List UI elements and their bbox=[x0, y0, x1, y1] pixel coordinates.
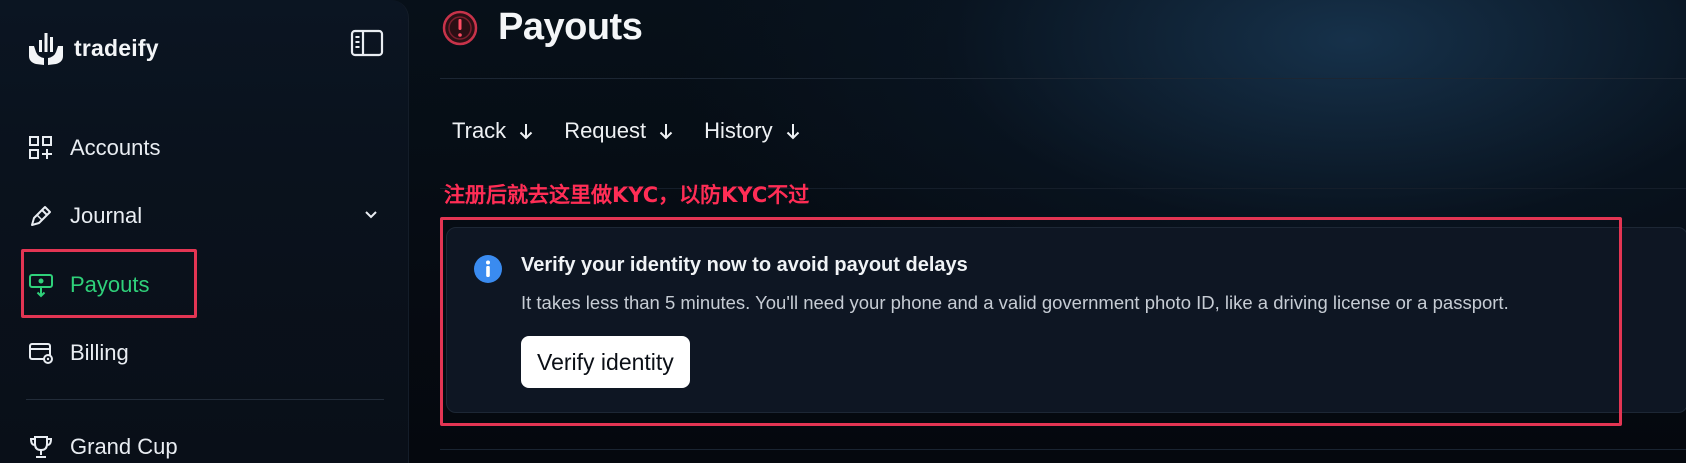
content-divider bbox=[440, 449, 1686, 450]
app-window: tradeify Accounts Journal Payouts Billin… bbox=[0, 0, 1686, 463]
grid-plus-icon bbox=[29, 136, 52, 159]
card-gear-icon bbox=[29, 343, 53, 364]
tab-history[interactable]: History bbox=[702, 114, 804, 148]
chevron-down-icon[interactable] bbox=[362, 206, 380, 224]
sidebar-item-label: Billing bbox=[70, 340, 129, 365]
brand-name: tradeify bbox=[74, 34, 159, 61]
header-divider bbox=[440, 78, 1686, 79]
arrow-down-icon bbox=[786, 124, 799, 140]
tab-track[interactable]: Track bbox=[450, 114, 538, 148]
brand[interactable]: tradeify bbox=[26, 30, 159, 66]
trophy-icon bbox=[29, 436, 53, 458]
sidebar-item-billing[interactable]: Billing bbox=[28, 335, 129, 371]
warning-circle-icon bbox=[442, 10, 478, 45]
sidebar-toggle-button[interactable] bbox=[350, 28, 384, 58]
tab-label: Track bbox=[452, 118, 507, 143]
tab-label: Request bbox=[564, 118, 647, 143]
sidebar-item-journal[interactable]: Journal bbox=[28, 198, 380, 234]
page-title: Payouts bbox=[498, 6, 643, 48]
sidebar-item-label: Accounts bbox=[70, 135, 161, 160]
tab-label: History bbox=[704, 118, 773, 143]
sidebar-item-label: Grand Cup bbox=[70, 434, 178, 459]
page-header: Payouts bbox=[442, 6, 643, 49]
annotation-highlight-alert bbox=[440, 217, 1622, 426]
tradeify-logo-icon bbox=[29, 33, 63, 65]
sidebar-item-label: Journal bbox=[70, 203, 143, 228]
pen-icon bbox=[31, 206, 51, 226]
sidebar-item-accounts[interactable]: Accounts bbox=[28, 130, 161, 166]
arrow-down-icon bbox=[519, 124, 533, 140]
section-tabs: Track Request History bbox=[450, 114, 805, 148]
annotation-note: 注册后就去这里做KYC，以防KYC不过 bbox=[444, 183, 810, 207]
tab-request[interactable]: Request bbox=[562, 114, 678, 148]
annotation-highlight-payouts bbox=[21, 249, 197, 318]
sidebar: tradeify Accounts Journal Payouts Billin… bbox=[0, 0, 409, 463]
arrow-down-icon bbox=[659, 124, 673, 140]
sidebar-divider bbox=[26, 399, 384, 400]
sidebar-item-grand-cup[interactable]: Grand Cup bbox=[28, 429, 178, 463]
sidebar-panel-icon bbox=[350, 29, 384, 57]
